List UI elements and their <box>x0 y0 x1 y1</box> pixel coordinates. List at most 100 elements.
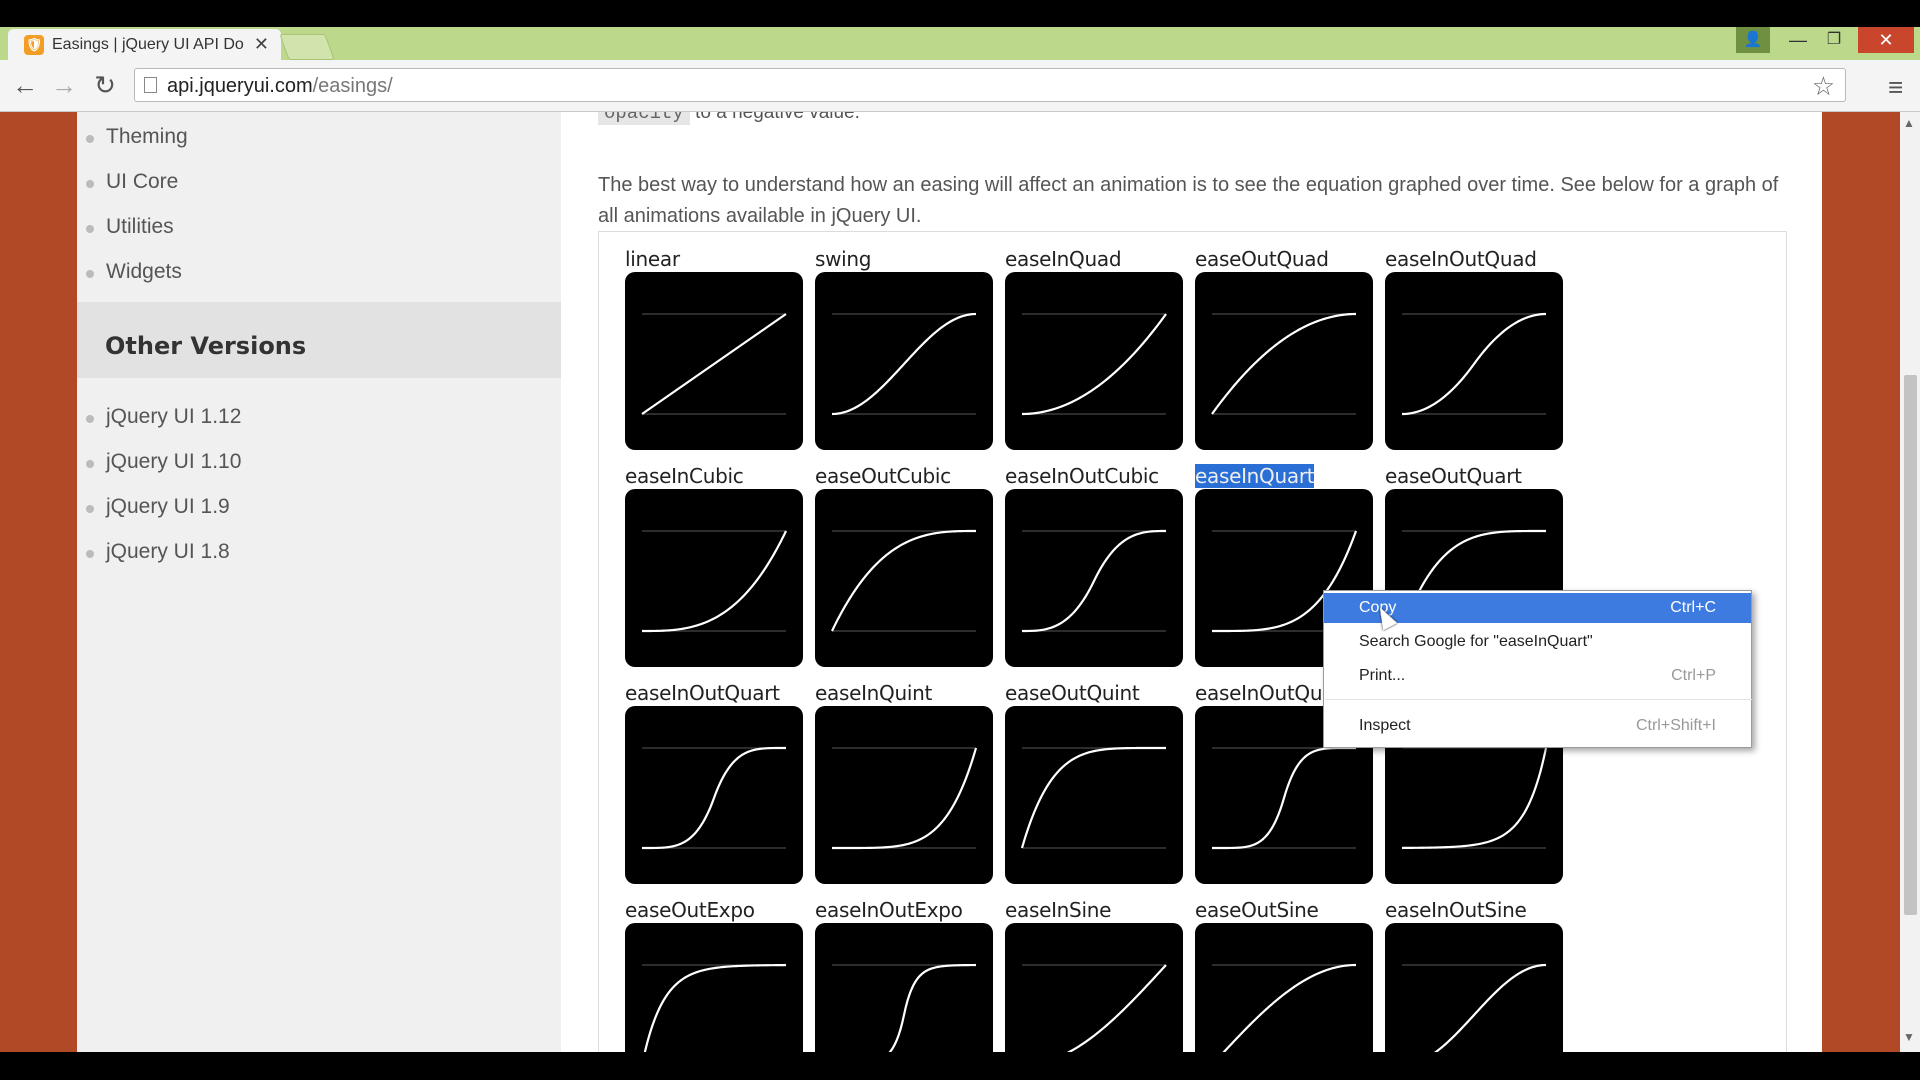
easing-label[interactable]: swing <box>815 246 993 272</box>
letterbox-bottom <box>0 1052 1920 1080</box>
easing-label[interactable]: easeInOutExpo <box>815 897 993 923</box>
easing-graph[interactable] <box>1005 272 1183 450</box>
context-menu-shortcut: Ctrl+P <box>1671 667 1716 684</box>
context-menu-label: Print... <box>1359 667 1406 684</box>
easing-graph[interactable] <box>815 272 993 450</box>
easing-graph[interactable] <box>815 706 993 884</box>
easing-label[interactable]: easeInQuart <box>1195 463 1373 489</box>
context-menu-label: Inspect <box>1359 717 1411 734</box>
sidebar-heading: Other Versions <box>105 332 307 360</box>
bookmark-star-icon[interactable]: ☆ <box>1812 71 1835 102</box>
easing-label[interactable]: easeOutExpo <box>625 897 803 923</box>
easing-label[interactable]: easeInOutQuad <box>1385 246 1563 272</box>
sidebar-link-widgets[interactable]: Widgets <box>86 260 182 284</box>
easing-label[interactable]: easeOutQuint <box>1005 680 1183 706</box>
easing-cell: easeOutExpo <box>625 897 803 1052</box>
inline-code: opacity <box>598 112 690 125</box>
easing-label[interactable]: easeInQuint <box>815 680 993 706</box>
easing-graph[interactable] <box>625 489 803 667</box>
sidebar-link-version-1-8[interactable]: jQuery UI 1.8 <box>86 540 230 564</box>
easing-label[interactable]: easeOutQuad <box>1195 246 1373 272</box>
easing-curve <box>642 746 786 850</box>
easing-label-text: easeInOutExpo <box>815 898 963 922</box>
tab-close-icon[interactable]: ✕ <box>254 34 269 55</box>
sidebar-link-version-1-10[interactable]: jQuery UI 1.10 <box>85 450 241 474</box>
easing-label[interactable]: easeInQuad <box>1005 246 1183 272</box>
close-window-button[interactable]: ✕ <box>1858 27 1914 53</box>
easing-curve <box>1222 963 1357 1052</box>
easing-curve <box>1401 312 1547 416</box>
easing-graph[interactable] <box>1385 272 1563 450</box>
truncated-text-line: opacity to a negative value. <box>598 112 860 125</box>
context-menu-search-google[interactable]: Search Google for "easeInQuart" <box>1324 627 1751 657</box>
easing-graph[interactable] <box>1005 489 1183 667</box>
easing-label[interactable]: easeOutQuart <box>1385 463 1563 489</box>
easing-graph[interactable] <box>815 489 993 667</box>
tab-title: Easings | jQuery UI API Do <box>52 35 244 53</box>
address-bar[interactable]: api.jqueryui.com/easings/ ☆ <box>134 68 1846 102</box>
easing-label-text: easeOutQuad <box>1195 247 1329 271</box>
easing-curve <box>1066 964 1167 1052</box>
easing-label[interactable]: easeOutSine <box>1195 897 1373 923</box>
easing-label-text: easeInSine <box>1005 898 1112 922</box>
easing-label[interactable]: linear <box>625 246 803 272</box>
back-arrow-icon[interactable]: ← <box>8 68 42 102</box>
easing-label[interactable]: easeInOutQuart <box>625 680 803 706</box>
easing-graph[interactable] <box>625 272 803 450</box>
sidebar-link-version-1-9[interactable]: jQuery UI 1.9 <box>86 495 230 519</box>
sidebar-link-ui-core[interactable]: UI Core <box>85 170 178 194</box>
context-menu-inspect[interactable]: Inspect Ctrl+Shift+I <box>1324 711 1751 741</box>
easing-graph[interactable] <box>1195 272 1373 450</box>
url-text[interactable]: api.jqueryui.com/easings/ <box>167 75 393 98</box>
sidebar-link-version-1-12[interactable]: jQuery UI 1.12 <box>85 405 241 429</box>
easing-cell: swing <box>815 246 993 450</box>
easing-graph[interactable] <box>1195 923 1373 1052</box>
intro-paragraph: The best way to understand how an easing… <box>598 174 1779 227</box>
easing-graph[interactable] <box>625 706 803 884</box>
page-scroll-up-icon[interactable]: ▲ <box>1903 116 1915 130</box>
easing-label-text: easeInOutCubic <box>1005 464 1159 488</box>
context-menu-print[interactable]: Print... Ctrl+P <box>1324 661 1751 691</box>
page-scroll-down-icon[interactable]: ▼ <box>1903 1030 1915 1044</box>
easing-curve <box>1433 963 1547 1052</box>
easing-label[interactable]: easeInOutSine <box>1385 897 1563 923</box>
user-profile-icon[interactable]: 👤 <box>1736 27 1770 53</box>
chrome-menu-icon[interactable]: ≡ <box>1888 72 1903 103</box>
easing-curve <box>641 313 787 415</box>
easing-graph[interactable] <box>815 923 993 1052</box>
easing-cell: easeOutCubic <box>815 463 993 667</box>
reload-icon[interactable]: ↻ <box>88 68 122 102</box>
easing-label-text: easeInQuint <box>815 681 933 705</box>
sidebar-link-theming[interactable]: Theming <box>86 125 188 149</box>
minimize-button[interactable]: — <box>1782 27 1814 53</box>
forward-arrow-icon[interactable]: → <box>47 68 81 102</box>
easing-graph[interactable] <box>1005 923 1183 1052</box>
easing-cell: easeInQuint <box>815 680 993 884</box>
easing-label-text: linear <box>625 247 680 271</box>
easing-label-text: easeInOutSine <box>1385 898 1527 922</box>
page-icon <box>144 77 157 93</box>
easing-curve <box>1401 747 1548 850</box>
easing-cell: easeInCubic <box>625 463 803 667</box>
easing-label[interactable]: easeOutCubic <box>815 463 993 489</box>
sidebar-link-utilities[interactable]: Utilities <box>86 215 174 239</box>
easing-cell: easeInOutCubic <box>1005 463 1183 667</box>
context-menu-shortcut: Ctrl+Shift+I <box>1635 717 1716 734</box>
easing-cell: easeOutQuint <box>1005 680 1183 884</box>
easing-label-text: easeOutExpo <box>625 898 755 922</box>
easing-cell: easeInQuad <box>1005 246 1183 450</box>
easing-graph[interactable] <box>1385 923 1563 1052</box>
easing-label-text: easeOutCubic <box>815 464 951 488</box>
page-scroll-thumb[interactable] <box>1904 375 1917 915</box>
new-tab-button[interactable] <box>279 34 335 60</box>
restore-button[interactable]: ❐ <box>1818 27 1850 53</box>
easing-label[interactable]: easeInSine <box>1005 897 1183 923</box>
easing-curve <box>832 747 978 850</box>
browser-toolbar: ← → ↻ api.jqueryui.com/easings/ ☆ ≡ <box>0 60 1920 112</box>
easing-label[interactable]: easeInOutCubic <box>1005 463 1183 489</box>
easing-curve <box>888 963 977 1052</box>
easing-label[interactable]: easeInCubic <box>625 463 803 489</box>
easing-graph[interactable] <box>625 923 803 1052</box>
browser-tab[interactable]: 🛡 Easings | jQuery UI API Do ✕ <box>8 29 281 60</box>
easing-graph[interactable] <box>1005 706 1183 884</box>
